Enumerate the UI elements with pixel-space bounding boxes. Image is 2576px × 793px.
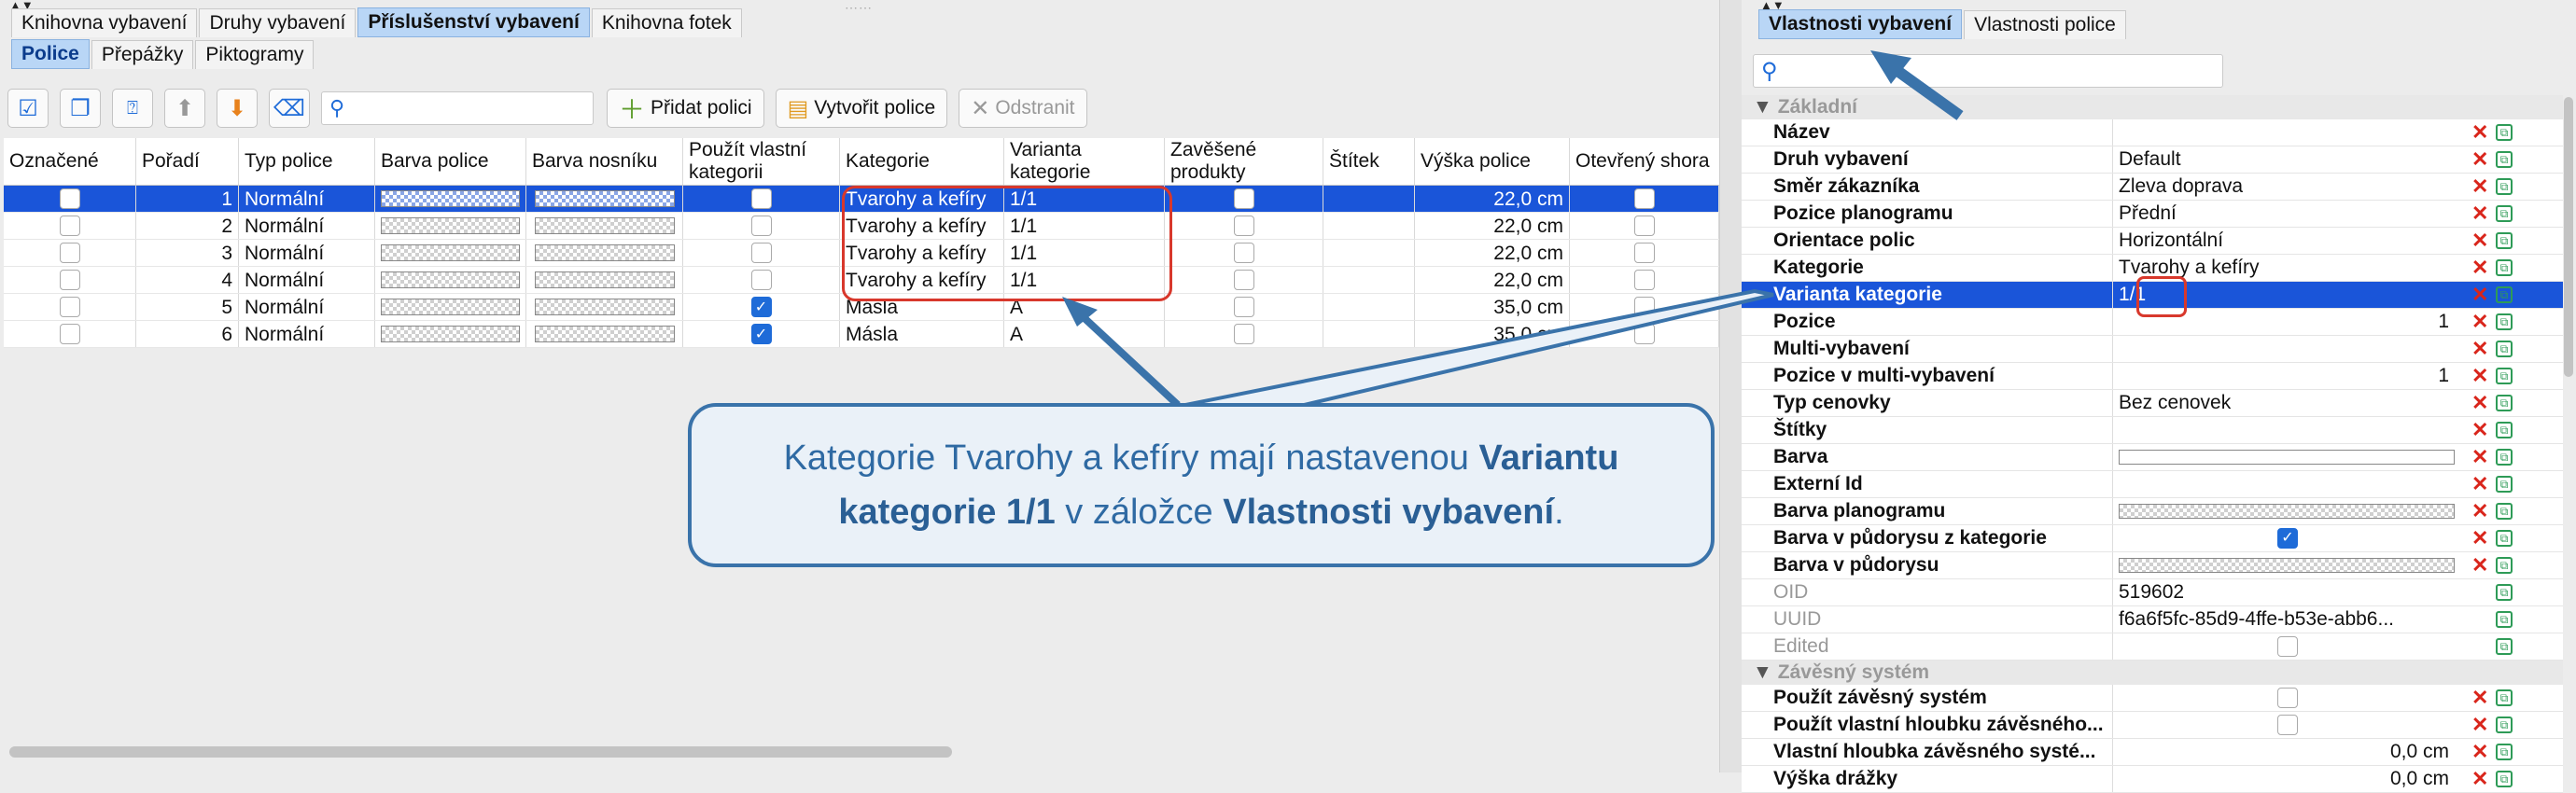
callout-arrows [1062,50,1964,410]
callout-text: Kategorie Tvarohy a kefíry mají nastaven… [729,431,1673,539]
callout-bold-2: Vlastnosti vybavení [1223,493,1555,532]
callout-text-2: v záložce [1055,493,1224,532]
explanation-callout: Kategorie Tvarohy a kefíry mají nastaven… [688,403,1715,567]
callout-text-1: Kategorie Tvarohy a kefíry mají nastaven… [783,438,1479,478]
arrow-to-table-line [1071,305,1181,408]
copy-value-icon[interactable]: ⧉ [2496,771,2513,787]
callout-pointer [1166,288,1774,410]
callout-text-3: . [1554,493,1564,532]
